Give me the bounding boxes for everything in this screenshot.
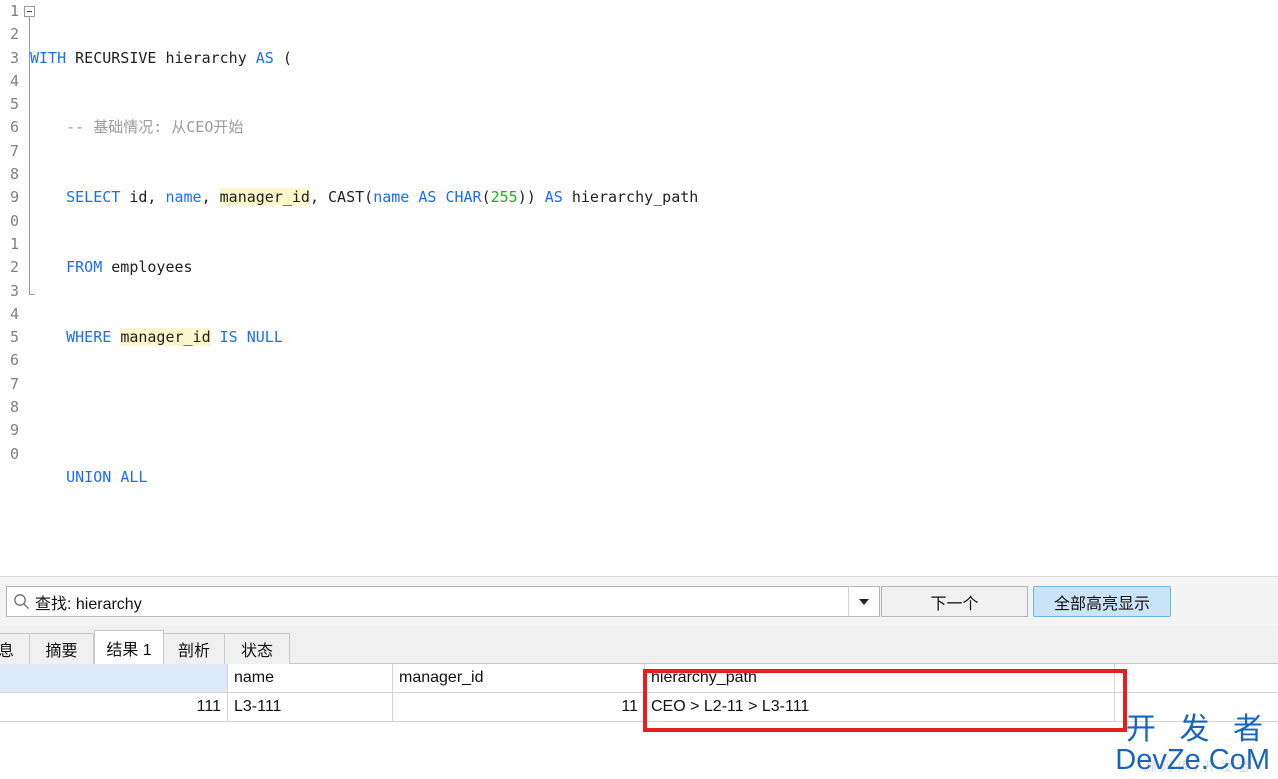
line-number: 3 — [9, 281, 19, 300]
cell-name[interactable]: L3-111 — [228, 693, 393, 721]
highlight-all-button[interactable]: 全部高亮显示 — [1033, 586, 1171, 617]
code-line: -- 基础情况: 从CEO开始 — [30, 118, 244, 137]
column-header-id[interactable] — [0, 664, 228, 692]
cell-manager-id[interactable]: 11 — [393, 693, 645, 721]
line-number: 7 — [9, 374, 19, 393]
line-number: 1 — [9, 2, 19, 20]
find-next-button[interactable]: 下一个 — [881, 586, 1028, 617]
code-line: SELECT id, name, manager_id, CAST(name A… — [66, 188, 699, 207]
line-number: 8 — [9, 165, 19, 184]
find-input[interactable]: 查找: hierarchy — [6, 586, 880, 617]
tab-info[interactable]: 息 — [0, 633, 30, 664]
line-number: 2 — [9, 258, 19, 277]
line-number-gutter: 1 2 3 4 5 6 7 8 9 0 1 2 3 4 5 6 7 8 9 0 — [0, 0, 24, 576]
watermark-ghost-text: 源码库/开发者 — [1143, 760, 1254, 775]
tab-summary[interactable]: 摘要 — [29, 633, 94, 664]
line-number: 5 — [9, 95, 19, 114]
tab-label: 摘要 — [45, 643, 78, 660]
line-number: 0 — [9, 444, 19, 463]
line-number: 4 — [9, 71, 19, 90]
find-bar: 查找: hierarchy 下一个 全部高亮显示 — [0, 576, 1278, 626]
chevron-down-icon — [859, 598, 869, 605]
result-tabstrip: 息 摘要 结果 1 剖析 状态 — [0, 626, 1278, 664]
find-history-dropdown[interactable] — [848, 587, 879, 616]
column-header-name[interactable]: name — [228, 664, 393, 692]
column-header-manager-id[interactable]: manager_id — [393, 664, 645, 692]
tab-profile[interactable]: 剖析 — [163, 633, 225, 664]
tab-label: 状态 — [240, 643, 273, 660]
tab-label: 息 — [0, 643, 14, 660]
sql-editor[interactable]: 1 2 3 4 5 6 7 8 9 0 1 2 3 4 5 6 7 8 9 0 — [0, 0, 1278, 576]
tab-status[interactable]: 状态 — [224, 633, 290, 664]
code-line: FROM employees — [66, 258, 193, 277]
line-number: 0 — [9, 211, 19, 230]
line-number: 9 — [9, 188, 19, 207]
table-header-row: name manager_id hierarchy_path — [0, 664, 1278, 693]
tab-result-1[interactable]: 结果 1 — [94, 630, 164, 664]
find-input-value[interactable]: 查找: hierarchy — [35, 590, 848, 614]
line-number: 3 — [9, 48, 19, 67]
code-line: WITH RECURSIVE hierarchy AS ( — [30, 48, 292, 67]
code-content[interactable]: WITH RECURSIVE hierarchy AS ( -- 基础情况: 从… — [30, 0, 734, 576]
cell-id[interactable]: 111 — [0, 693, 228, 721]
column-header-hierarchy-path[interactable]: hierarchy_path — [645, 664, 1115, 692]
result-grid[interactable]: name manager_id hierarchy_path 111 L3-11… — [0, 664, 1278, 779]
table-row[interactable]: 111 L3-111 11 CEO > L2-11 > L3-111 — [0, 693, 1278, 722]
line-number: 6 — [9, 118, 19, 137]
line-number: 1 — [9, 234, 19, 253]
line-number: 8 — [9, 398, 19, 417]
tab-label: 结果 1 — [106, 641, 152, 659]
line-number: 5 — [9, 328, 19, 347]
code-line: WHERE manager_id IS NULL — [66, 328, 283, 347]
search-icon — [7, 593, 35, 610]
tab-label: 剖析 — [177, 643, 210, 660]
app-window: 1 2 3 4 5 6 7 8 9 0 1 2 3 4 5 6 7 8 9 0 — [0, 0, 1278, 779]
line-number: 2 — [9, 25, 19, 44]
line-number: 6 — [9, 351, 19, 370]
line-number: 7 — [9, 141, 19, 160]
line-number: 4 — [9, 304, 19, 323]
line-number: 9 — [9, 421, 19, 440]
code-line: UNION ALL — [66, 467, 148, 486]
cell-hierarchy-path[interactable]: CEO > L2-11 > L3-111 — [645, 693, 1115, 721]
